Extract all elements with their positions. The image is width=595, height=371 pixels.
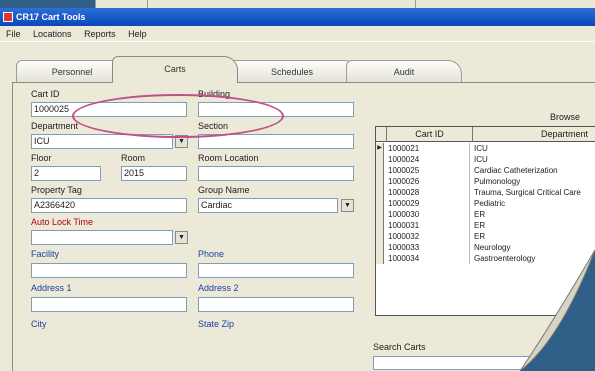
city-label: City [31, 319, 47, 329]
room-location-label: Room Location [198, 153, 259, 163]
row-pointer-icon [376, 242, 384, 253]
facility-label: Facility [31, 249, 60, 259]
cell-cart-id: 1000030 [386, 209, 470, 220]
address2-field[interactable] [198, 297, 354, 312]
table-row[interactable]: 1000033 Neurology [376, 242, 595, 253]
property-tag-field[interactable]: A2366420 [31, 198, 187, 213]
cell-cart-id: 1000032 [386, 231, 470, 242]
phone-label: Phone [198, 249, 225, 259]
group-name-field[interactable]: Cardiac [198, 198, 338, 213]
cell-department: Pulmonology [474, 177, 521, 186]
address1-field[interactable] [31, 297, 187, 312]
cell-cart-id: 1000029 [386, 198, 470, 209]
phone-field[interactable] [198, 263, 354, 278]
menu-bar: File Locations Reports Help [0, 26, 595, 42]
row-pointer-icon [376, 198, 384, 209]
cell-department: ER [474, 232, 486, 241]
table-row[interactable]: 1000025 Cardiac Catheterization [376, 165, 595, 176]
address2-label: Address 2 [198, 283, 239, 293]
cell-department: ER [474, 210, 486, 219]
table-row[interactable]: 1000032 ER [376, 231, 595, 242]
table-row[interactable]: ▶ 1000021 ICU [376, 143, 595, 154]
tab-audit[interactable]: Audit [346, 60, 462, 82]
row-pointer-icon [376, 154, 384, 165]
section-field[interactable] [198, 134, 354, 149]
browse-title: Browse [549, 112, 580, 122]
cell-department: Cardiac Catheterization [474, 166, 558, 175]
cell-cart-id: 1000024 [386, 154, 470, 165]
cell-cart-id: 1000025 [386, 165, 470, 176]
app-icon [3, 12, 13, 22]
row-pointer-icon: ▶ [376, 143, 384, 154]
cell-department: Trauma, Surgical Critical Care [474, 188, 581, 197]
search-carts-input[interactable] [373, 356, 595, 370]
table-row[interactable]: 1000031 ER [376, 220, 595, 231]
browse-panel: Browse Cart ID Department ▶ 1000021 ICU 100… [365, 112, 595, 371]
row-pointer-icon [376, 176, 384, 187]
cell-department: ICU [474, 144, 488, 153]
cell-department: Gastroenterology [474, 254, 536, 263]
address1-label: Address 1 [31, 283, 72, 293]
cell-cart-id: 1000033 [386, 242, 470, 253]
row-pointer-icon [376, 209, 384, 220]
table-row[interactable]: 1000024 ICU [376, 154, 595, 165]
row-pointer-icon [376, 231, 384, 242]
highlight-annotation-oval [72, 94, 284, 138]
cell-cart-id: 1000034 [386, 253, 470, 264]
floor-label: Floor [31, 153, 52, 163]
row-pointer-icon [376, 220, 384, 231]
tab-carts[interactable]: Carts [112, 56, 238, 83]
cell-department: Pediatric [474, 199, 506, 208]
table-row[interactable]: 1000029 Pediatric [376, 198, 595, 209]
row-pointer-icon [376, 253, 384, 264]
grid-header: Cart ID Department [376, 127, 595, 142]
property-tag-label: Property Tag [31, 185, 82, 195]
cell-cart-id: 1000028 [386, 187, 470, 198]
facility-field[interactable] [31, 263, 187, 278]
cell-cart-id: 1000031 [386, 220, 470, 231]
cell-cart-id: 1000026 [386, 176, 470, 187]
window-title: CR17 Cart Tools [16, 12, 86, 22]
cell-department: ICU [474, 155, 488, 164]
auto-lock-time-label: Auto Lock Time [31, 217, 94, 227]
row-pointer-icon [376, 187, 384, 198]
column-header-department[interactable]: Department [472, 127, 595, 142]
tab-strip: Personnel Carts Schedules Audit [0, 56, 595, 83]
tab-schedules[interactable]: Schedules [226, 60, 358, 82]
state-zip-label: State Zip [198, 319, 235, 329]
title-bar[interactable]: CR17 Cart Tools [0, 8, 595, 26]
cart-id-label: Cart ID [31, 89, 60, 99]
cell-department: Neurology [474, 243, 511, 252]
app-window: CR17 Cart Tools File Locations Reports H… [0, 8, 595, 371]
column-header-cart-id[interactable]: Cart ID [386, 127, 472, 142]
menu-locations[interactable]: Locations [33, 29, 72, 39]
menu-reports[interactable]: Reports [84, 29, 116, 39]
chevron-down-icon[interactable]: ▼ [175, 231, 188, 244]
row-pointer-icon [376, 165, 384, 176]
menu-file[interactable]: File [6, 29, 21, 39]
search-carts-label: Search Carts [373, 342, 426, 352]
table-row[interactable]: 1000026 Pulmonology [376, 176, 595, 187]
room-label: Room [121, 153, 146, 163]
table-row[interactable]: 1000034 Gastroenterology [376, 253, 595, 264]
group-name-label: Group Name [198, 185, 250, 195]
room-location-field[interactable] [198, 166, 354, 181]
auto-lock-time-field[interactable] [31, 230, 173, 245]
chevron-down-icon[interactable]: ▼ [341, 199, 354, 212]
carts-grid: Cart ID Department ▶ 1000021 ICU 1000024 ICU… [375, 126, 595, 316]
floor-field[interactable]: 2 [31, 166, 101, 181]
department-label: Department [31, 121, 79, 131]
room-field[interactable]: 2015 [121, 166, 187, 181]
cell-cart-id: 1000021 [386, 143, 470, 154]
cell-department: ER [474, 221, 486, 230]
menu-help[interactable]: Help [128, 29, 147, 39]
table-row[interactable]: 1000030 ER [376, 209, 595, 220]
table-row[interactable]: 1000028 Trauma, Surgical Critical Care [376, 187, 595, 198]
